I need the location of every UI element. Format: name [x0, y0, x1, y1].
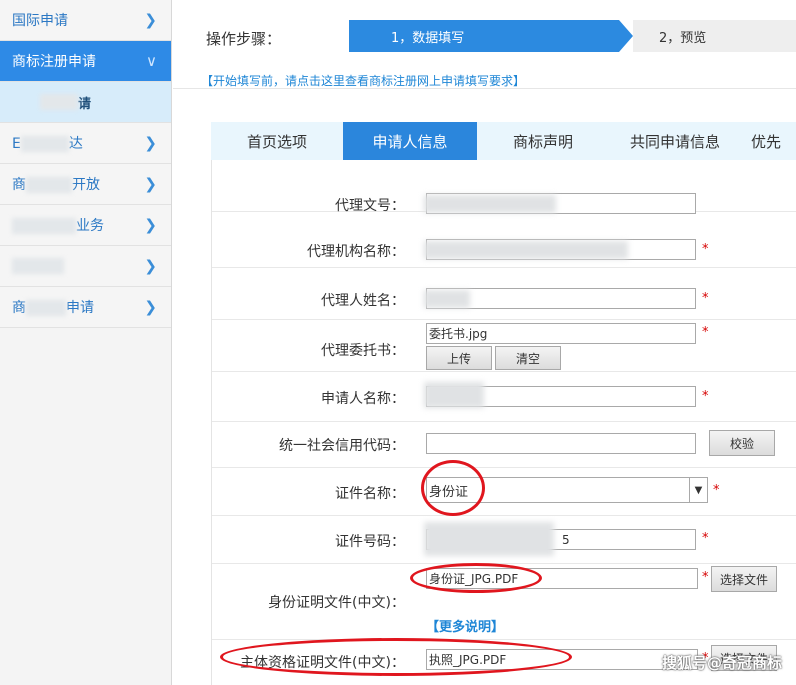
sidebar-item-label: E达 — [12, 136, 83, 152]
step-2-preview: 2，预览 — [633, 20, 796, 52]
requirements-link[interactable]: 【开始填写前，请点击这里查看商标注册网上申请填写要求】 — [201, 72, 525, 89]
blurred-text — [12, 258, 64, 274]
tab-home-options[interactable]: 首页选项 — [211, 122, 343, 160]
clear-button[interactable]: 清空 — [495, 346, 561, 370]
blurred-text — [26, 177, 72, 193]
agency-name-label: 代理机构名称： — [307, 244, 405, 260]
chevron-right-icon: ❯ — [144, 11, 157, 29]
row-cert-number: 证件号码： 5 * — [212, 516, 796, 564]
sidebar-item-label: 商开放 — [12, 177, 100, 193]
sidebar-item-international[interactable]: 国际申请 ❯ — [0, 0, 171, 41]
required-mark: * — [702, 242, 709, 257]
chevron-right-icon: ❯ — [144, 216, 157, 234]
sidebar-item-label: 业务 — [12, 215, 104, 235]
required-mark: * — [702, 291, 709, 306]
row-agent-name: 代理人姓名： * — [212, 268, 796, 320]
sidebar-subitem-apply[interactable]: 请 — [0, 82, 171, 123]
redaction-blur — [424, 382, 484, 408]
verify-button[interactable]: 校验 — [709, 430, 775, 456]
row-cert-name: 证件名称： 身份证 ▼ * — [212, 460, 796, 516]
power-of-attorney-input[interactable]: 委托书.jpg — [426, 323, 696, 344]
sidebar-item-trademark-registration[interactable]: 商标注册申请 ∨ — [0, 41, 171, 82]
redaction-blur — [424, 241, 628, 259]
agent-name-label: 代理人姓名： — [321, 293, 405, 309]
steps-label: 操作步骤： — [206, 30, 282, 48]
watermark: 搜狐号@奇冠商标 — [661, 654, 782, 672]
blurred-text — [40, 94, 78, 110]
sidebar-item-3[interactable]: E达 ❯ — [0, 123, 171, 164]
choose-file-button[interactable]: 选择文件 — [711, 566, 777, 592]
more-info-link[interactable]: 【更多说明】 — [426, 616, 504, 635]
row-power-of-attorney: 代理委托书： 委托书.jpg * 上传 清空 — [212, 320, 796, 372]
tab-joint-application[interactable]: 共同申请信息 — [609, 122, 741, 160]
sidebar-subitem-label: 请 — [78, 96, 92, 112]
chevron-right-icon: ❯ — [144, 175, 157, 193]
main-content: 操作步骤： 1，数据填写 2，预览 【开始填写前，请点击这里查看商标注册网上申请… — [173, 0, 796, 685]
blurred-text — [26, 300, 66, 316]
cert-no-label: 证件号码： — [335, 534, 405, 550]
tab-trademark-declaration[interactable]: 商标声明 — [477, 122, 609, 160]
row-id-file: 身份证明文件(中文)： 身份证_JPG.PDF * 选择文件 【更多说明】 — [212, 563, 796, 640]
tab-priority[interactable]: 优先 — [741, 122, 796, 160]
chevron-right-icon: ❯ — [144, 134, 157, 152]
id-file-label: 身份证明文件(中文)： — [268, 595, 405, 611]
required-mark: * — [702, 389, 709, 404]
applicant-form: 代理文号： 代理机构名称： * 代理人姓名： * 代理委托书： 委托书.jpg … — [211, 160, 796, 685]
sidebar-item-5[interactable]: 业务 ❯ — [0, 205, 171, 246]
row-applicant-name: 申请人名称： * — [212, 372, 796, 422]
credit-code-input[interactable] — [426, 433, 696, 454]
cert-name-select[interactable]: 身份证 ▼ — [426, 477, 708, 503]
sidebar-item-7[interactable]: 商申请 ❯ — [0, 287, 171, 328]
blurred-text — [20, 136, 69, 152]
sidebar-item-6[interactable]: ❯ — [0, 246, 171, 287]
required-mark: * — [702, 531, 709, 546]
required-mark: * — [713, 483, 720, 498]
tab-applicant-info[interactable]: 申请人信息 — [343, 122, 477, 160]
sidebar: 国际申请 ❯ 商标注册申请 ∨ 请 E达 ❯ 商开放 ❯ 业务 ❯ ❯ 商申请 … — [0, 0, 172, 685]
cert-name-selected: 身份证 — [429, 484, 469, 500]
power-of-attorney-label: 代理委托书： — [321, 343, 405, 359]
tab-bar: 首页选项 申请人信息 商标声明 共同申请信息 优先 — [211, 122, 796, 160]
chevron-right-icon: ❯ — [144, 257, 157, 275]
sidebar-item-label: 商申请 — [12, 300, 94, 316]
sidebar-item-label — [12, 258, 64, 274]
blurred-text — [12, 218, 76, 234]
applicant-name-label: 申请人名称： — [321, 391, 405, 407]
redaction-blur — [424, 522, 554, 556]
required-mark: * — [702, 570, 709, 585]
redaction-blur — [424, 290, 470, 308]
cert-name-label: 证件名称： — [335, 486, 405, 502]
redaction-blur — [424, 195, 556, 213]
step-arrow — [619, 20, 633, 52]
row-agency-name: 代理机构名称： * — [212, 212, 796, 268]
chevron-down-icon: ∨ — [146, 52, 157, 70]
divider — [173, 88, 796, 89]
row-agent-no: 代理文号： — [212, 160, 796, 214]
upload-button[interactable]: 上传 — [426, 346, 492, 370]
step-1-data-entry: 1，数据填写 — [349, 20, 619, 52]
required-mark: * — [702, 325, 709, 340]
sidebar-item-4[interactable]: 商开放 ❯ — [0, 164, 171, 205]
subject-file-label: 主体资格证明文件(中文)： — [240, 655, 405, 671]
sidebar-item-label: 商标注册申请 — [12, 54, 96, 70]
row-credit-code: 统一社会信用代码： 校验 — [212, 422, 796, 468]
chevron-right-icon: ❯ — [144, 298, 157, 316]
sidebar-item-label: 国际申请 — [12, 13, 68, 29]
id-file-input[interactable]: 身份证_JPG.PDF — [426, 568, 698, 589]
chevron-down-icon[interactable]: ▼ — [689, 478, 707, 502]
subject-file-input[interactable]: 执照_JPG.PDF — [426, 649, 698, 670]
credit-code-label: 统一社会信用代码： — [279, 438, 405, 454]
